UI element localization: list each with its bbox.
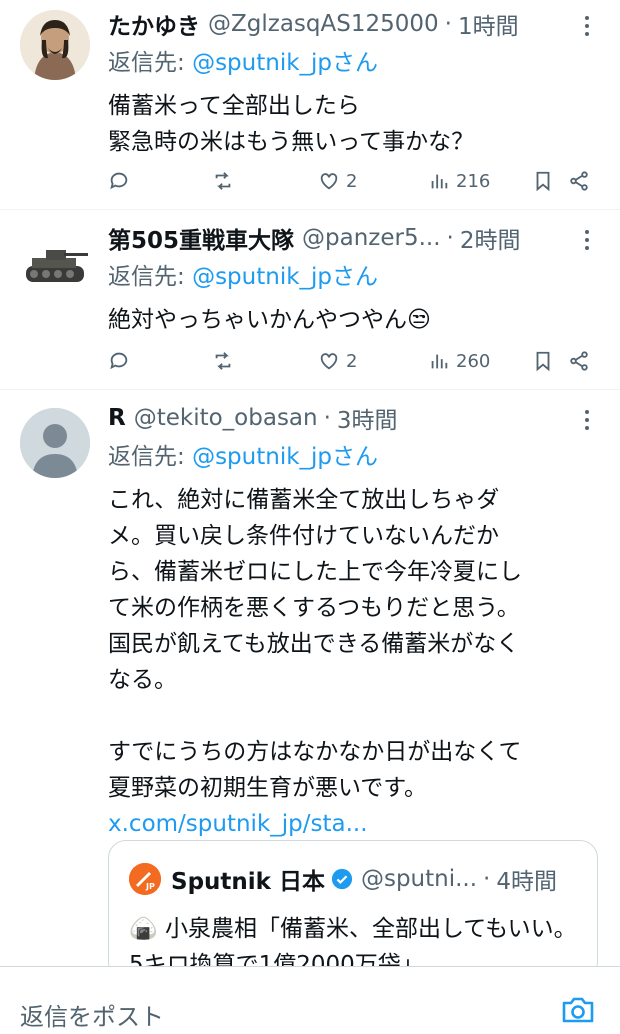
- reply-tweet[interactable]: R @tekito_obasan · 3時間 返信先: @sputnik_jpさ…: [0, 390, 620, 980]
- views-button[interactable]: 260: [428, 346, 490, 376]
- repost-icon: [215, 172, 231, 190]
- repost-button[interactable]: [212, 166, 234, 196]
- default-avatar-icon: [20, 408, 90, 478]
- reply-to-link[interactable]: @sputnik_jpさん: [192, 50, 378, 76]
- views-icon: [431, 174, 448, 189]
- tweet-text: 絶対やっちゃいかんやつやん😒: [108, 307, 431, 333]
- logo-text: JP: [145, 882, 155, 891]
- user-display-name[interactable]: R: [108, 405, 126, 431]
- quoted-tweet-card[interactable]: JP Sputnik 日本 @sputni... · 4時間 🍙 小泉農相「備蓄…: [108, 840, 598, 980]
- reply-button[interactable]: [108, 346, 130, 376]
- user-avatar[interactable]: [20, 10, 90, 80]
- quoted-timestamp[interactable]: 4時間: [496, 862, 557, 896]
- repost-icon: [215, 352, 231, 370]
- user-display-name[interactable]: 第505重戦車大隊: [108, 221, 294, 255]
- camera-icon[interactable]: [560, 993, 596, 1027]
- bookmark-icon: [536, 351, 550, 372]
- separator-dot: ·: [483, 866, 491, 892]
- tweet-text: 備蓄米って全部出したら 緊急時の米はもう無いって事かな？: [108, 93, 475, 155]
- reply-button[interactable]: [108, 166, 130, 196]
- reply-to-line: 返信先: @sputnik_jpさん: [108, 258, 604, 296]
- like-button[interactable]: 2: [318, 166, 357, 196]
- quoted-handle[interactable]: @sputni...: [361, 866, 477, 892]
- reply-icon: [110, 172, 128, 190]
- like-count: 2: [346, 170, 358, 192]
- user-handle[interactable]: @tekito_obasan: [134, 405, 318, 431]
- heart-icon: [320, 353, 338, 370]
- user-avatar[interactable]: [20, 228, 90, 298]
- timestamp[interactable]: 3時間: [337, 401, 398, 435]
- reply-tweet[interactable]: 第505重戦車大隊 @panzer5... · 2時間 返信先: @sputni…: [0, 210, 620, 390]
- timestamp[interactable]: 2時間: [460, 221, 521, 255]
- sputnik-logo-icon: JP: [129, 863, 161, 895]
- avatar-image: [20, 10, 90, 80]
- separator-dot: ·: [446, 225, 454, 251]
- more-options-icon[interactable]: [572, 400, 602, 440]
- action-bar: 2 216: [108, 166, 602, 196]
- share-button[interactable]: [568, 166, 590, 196]
- tweet-url-link[interactable]: x.com/sputnik_jp/sta...: [108, 806, 604, 842]
- reply-to-line: 返信先: @sputnik_jpさん: [108, 438, 604, 476]
- more-options-icon[interactable]: [572, 6, 602, 46]
- views-button[interactable]: 216: [428, 166, 490, 196]
- share-icon: [570, 171, 588, 191]
- bookmark-icon: [536, 171, 550, 192]
- reply-input[interactable]: 返信をポスト: [20, 997, 164, 1032]
- timestamp[interactable]: 1時間: [458, 7, 519, 41]
- reply-to-prefix: 返信先:: [108, 50, 193, 76]
- reply-composer: 返信をポスト: [0, 966, 620, 1034]
- reply-to-line: 返信先: @sputnik_jpさん: [108, 44, 604, 82]
- reply-to-prefix: 返信先:: [108, 444, 193, 470]
- quoted-display-name[interactable]: Sputnik 日本: [171, 862, 325, 896]
- user-handle[interactable]: @ZglzasqAS125000: [208, 11, 439, 37]
- separator-dot: ·: [323, 405, 331, 431]
- reply-tweet[interactable]: たかゆき @ZglzasqAS125000 · 1時間 返信先: @sputni…: [0, 0, 620, 210]
- reply-to-link[interactable]: @sputnik_jpさん: [192, 264, 378, 290]
- tank-avatar-image: [20, 228, 90, 298]
- heart-icon: [320, 173, 338, 190]
- view-count: 216: [456, 170, 491, 192]
- view-count: 260: [456, 350, 491, 372]
- like-button[interactable]: 2: [318, 346, 357, 376]
- reply-to-link[interactable]: @sputnik_jpさん: [192, 444, 378, 470]
- user-handle[interactable]: @panzer5...: [302, 225, 441, 251]
- views-icon: [431, 354, 448, 369]
- user-display-name[interactable]: たかゆき: [108, 7, 200, 41]
- separator-dot: ·: [444, 11, 452, 37]
- reply-to-prefix: 返信先:: [108, 264, 193, 290]
- share-button[interactable]: [568, 346, 590, 376]
- reply-icon: [110, 352, 128, 370]
- repost-button[interactable]: [212, 346, 234, 376]
- tweet-text: これ、絶対に備蓄米全て放出しちゃダ メ。買い戻し条件付けていないんだか ら、備蓄…: [108, 487, 522, 801]
- action-bar: 2 260: [108, 346, 602, 376]
- more-options-icon[interactable]: [572, 220, 602, 260]
- bookmark-button[interactable]: [532, 166, 554, 196]
- like-count: 2: [346, 350, 358, 372]
- verified-badge-icon: [331, 868, 353, 890]
- share-icon: [570, 351, 588, 371]
- bookmark-button[interactable]: [532, 346, 554, 376]
- user-avatar[interactable]: [20, 408, 90, 478]
